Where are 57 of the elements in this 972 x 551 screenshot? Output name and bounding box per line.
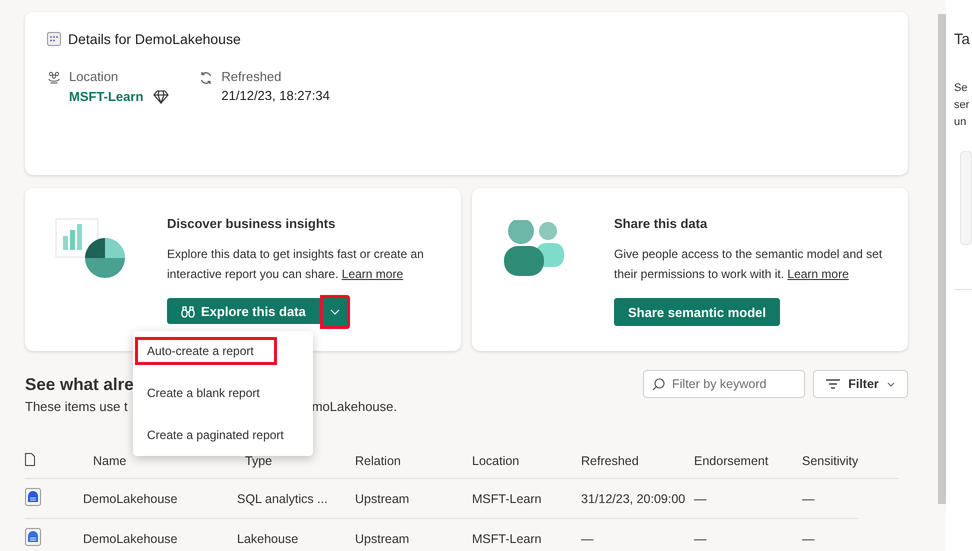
binoculars-icon [181,304,195,318]
table-cell: MSFT-Learn [472,532,542,546]
table-cell: Lakehouse [237,532,298,546]
table-cell: — [694,492,706,506]
location-link[interactable]: MSFT-Learn [69,88,144,104]
column-header[interactable]: Type [245,454,272,468]
chart-illustration-drawing [55,218,127,278]
table-cell: — [694,532,706,546]
filter-icon [826,379,840,389]
learn-more-link[interactable]: Learn more [342,267,404,281]
learn-more-link[interactable]: Learn more [787,267,849,281]
explore-button[interactable]: Explore this data [167,298,320,324]
panel-title: Ta [954,31,971,48]
table-cell: MSFT-Learn [472,492,542,506]
table-cell: — [802,492,814,506]
table-cell: DemoLakehouse [83,492,178,506]
card-title: Share this data [614,216,708,231]
column-header[interactable]: Name [93,454,126,468]
document-icon [25,453,35,466]
table-cell: Upstream [355,492,410,506]
grid-icon [47,32,61,46]
people-icon [47,71,61,85]
column-header[interactable]: Refreshed [581,454,639,468]
card-title: Discover business insights [167,216,336,231]
panel-text: ser [954,98,970,113]
table-cell: DemoLakehouse [83,532,178,546]
details-title: Details for DemoLakehouse [68,31,241,47]
column-header[interactable]: Endorsement [694,454,768,468]
filter-button[interactable]: Filter [813,370,908,398]
share-button[interactable]: Share semantic model [614,298,780,326]
table-cell: SQL analytics ... [237,492,328,506]
section-subtitle: These items use t [25,399,128,414]
menu-item[interactable]: Create a paginated report [147,428,284,442]
section-heading: See what alre [25,375,134,395]
card-description: Give people access to the semantic model and set their permissions to work with it. Learn more [614,246,884,283]
panel-text: un [954,115,968,130]
table-cell: Upstream [355,532,410,546]
column-header[interactable]: Relation [355,454,401,468]
menu-item[interactable]: Create a blank report [147,386,260,400]
field-label: Refreshed [221,69,282,84]
column-header[interactable]: Location [472,454,520,468]
dropdown-button[interactable] [320,295,350,329]
refresh-icon [199,71,214,85]
field-value: 21/12/23, 18:27:34 [221,88,330,103]
section-subtitle: moLakehouse. [312,399,397,414]
menu-item[interactable]: Auto-create a report [135,337,277,365]
panel-text: Se [954,81,968,96]
field-label: Location [69,69,120,84]
column-header[interactable]: Sensitivity [802,454,858,468]
scrollbar[interactable] [938,14,946,504]
card-description: Explore this data to get insights fast or create an interactive report you can share. Learn more [167,246,425,283]
search-field[interactable]: Filter by keyword [643,370,805,398]
table-cell: — [581,532,594,546]
chevron-down-icon [887,382,895,386]
chevron-down-icon [330,309,340,315]
table-cell: 31/12/23, 20:09:00 [581,492,686,506]
table-cell: — [802,532,814,546]
